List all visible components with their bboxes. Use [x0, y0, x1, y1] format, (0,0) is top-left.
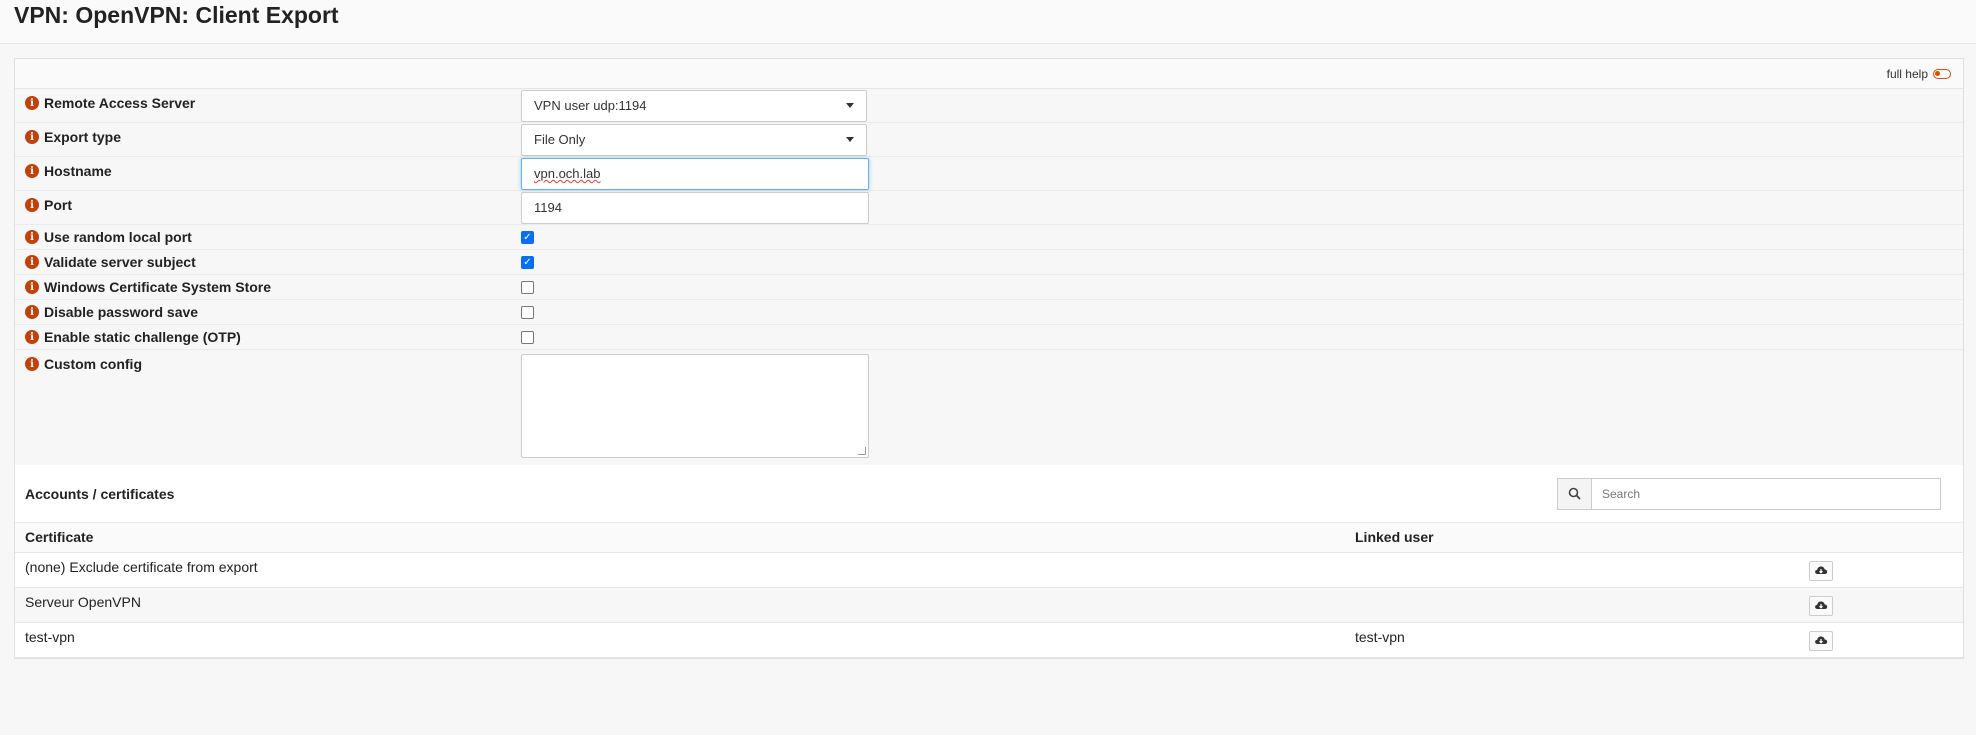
- page-header: VPN: OpenVPN: Client Export: [0, 0, 1976, 44]
- validate-server-subject-checkbox[interactable]: ✓: [521, 255, 534, 269]
- export-type-value: File Only: [534, 132, 586, 147]
- windows-cert-store-checkbox[interactable]: [521, 280, 534, 294]
- search-input[interactable]: Search: [1592, 479, 1940, 509]
- info-icon[interactable]: i: [25, 230, 39, 244]
- info-icon[interactable]: i: [25, 198, 39, 212]
- static-challenge-checkbox[interactable]: [521, 330, 534, 344]
- table-row: test-vpn test-vpn: [15, 622, 1963, 658]
- help-bar: full help: [15, 59, 1963, 89]
- disable-password-save-label: Disable password save: [44, 304, 199, 320]
- windows-cert-store-label: Windows Certificate System Store: [44, 279, 272, 295]
- validate-server-subject-label: Validate server subject: [44, 254, 196, 270]
- remote-access-server-select[interactable]: VPN user udp:1194: [521, 89, 867, 122]
- hostname-label: Hostname: [44, 163, 112, 179]
- download-button[interactable]: [1809, 630, 1833, 651]
- column-certificate[interactable]: Certificate: [15, 523, 1345, 553]
- linked-user-cell: test-vpn: [1345, 622, 1775, 658]
- caret-down-icon: [846, 137, 854, 142]
- static-challenge-row: i Enable static challenge (OTP): [15, 325, 1963, 350]
- accounts-title: Accounts / certificates: [25, 485, 175, 502]
- search-placeholder: Search: [1602, 486, 1641, 501]
- info-icon[interactable]: i: [25, 255, 39, 269]
- disable-password-save-checkbox[interactable]: [521, 305, 534, 319]
- table-row: (none) Exclude certificate from export: [15, 552, 1963, 588]
- cloud-download-icon: [1815, 601, 1828, 609]
- windows-cert-store-row: i Windows Certificate System Store: [15, 275, 1963, 300]
- port-value: 1194: [534, 200, 562, 215]
- info-icon[interactable]: i: [25, 164, 39, 178]
- full-help-toggle[interactable]: [1933, 68, 1951, 79]
- linked-user-cell: [1345, 552, 1775, 588]
- cloud-download-icon: [1815, 566, 1828, 574]
- port-label: Port: [44, 197, 72, 213]
- hostname-row: i Hostname vpn.och.lab: [15, 157, 1963, 191]
- certificate-cell: test-vpn: [15, 622, 1345, 658]
- remote-access-server-value: VPN user udp:1194: [534, 98, 647, 113]
- accounts-header: Accounts / certificates Search: [15, 465, 1963, 523]
- disable-password-save-row: i Disable password save: [15, 300, 1963, 325]
- download-button[interactable]: [1809, 595, 1833, 616]
- export-type-row: i Export type File Only: [15, 123, 1963, 157]
- use-random-local-port-row: i Use random local port ✓: [15, 225, 1963, 250]
- certificate-cell: Serveur OpenVPN: [15, 587, 1345, 623]
- info-icon[interactable]: i: [25, 130, 39, 144]
- custom-config-row: i Custom config: [15, 350, 1963, 465]
- table-header-row: Certificate Linked user: [15, 523, 1963, 553]
- table-row: Serveur OpenVPN: [15, 587, 1963, 623]
- search-button[interactable]: [1558, 478, 1592, 509]
- info-icon[interactable]: i: [25, 305, 39, 319]
- export-type-label: Export type: [44, 129, 122, 145]
- client-export-panel: full help i Remote Access Server VPN user…: [14, 58, 1964, 659]
- linked-user-cell: [1345, 587, 1775, 623]
- accounts-table: Certificate Linked user (none) Exclude c…: [15, 523, 1963, 658]
- column-linked-user[interactable]: Linked user: [1345, 523, 1775, 553]
- static-challenge-label: Enable static challenge (OTP): [44, 329, 241, 345]
- full-help-label: full help: [1886, 66, 1928, 81]
- remote-access-server-label: Remote Access Server: [44, 95, 196, 111]
- info-icon[interactable]: i: [25, 280, 39, 294]
- search-icon: [1568, 487, 1581, 500]
- caret-down-icon: [846, 103, 854, 108]
- export-type-select[interactable]: File Only: [521, 123, 867, 156]
- use-random-local-port-label: Use random local port: [44, 229, 192, 245]
- port-row: i Port 1194: [15, 191, 1963, 225]
- cloud-download-icon: [1815, 636, 1828, 644]
- use-random-local-port-checkbox[interactable]: ✓: [521, 230, 534, 244]
- download-button[interactable]: [1809, 560, 1833, 581]
- validate-server-subject-row: i Validate server subject ✓: [15, 250, 1963, 275]
- info-icon[interactable]: i: [25, 357, 39, 371]
- custom-config-label: Custom config: [44, 356, 142, 372]
- port-input[interactable]: 1194: [521, 191, 869, 224]
- page-title: VPN: OpenVPN: Client Export: [14, 2, 339, 28]
- certificate-cell: (none) Exclude certificate from export: [15, 552, 1345, 588]
- info-icon[interactable]: i: [25, 330, 39, 344]
- hostname-value: vpn.och.lab: [534, 166, 601, 181]
- remote-access-server-row: i Remote Access Server VPN user udp:1194: [15, 89, 1963, 123]
- search-box: Search: [1557, 477, 1941, 510]
- column-actions: [1775, 523, 1963, 553]
- custom-config-textarea[interactable]: [521, 354, 869, 458]
- hostname-input[interactable]: vpn.och.lab: [521, 157, 869, 190]
- info-icon[interactable]: i: [25, 96, 39, 110]
